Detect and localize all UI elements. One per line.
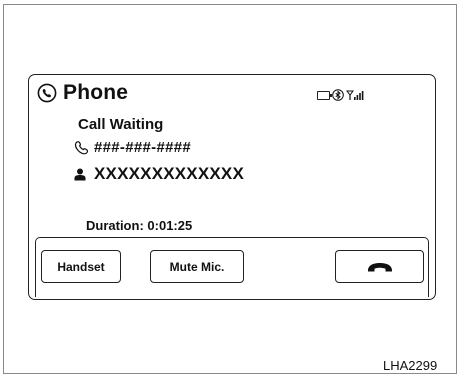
status-icons [317,89,364,101]
call-action-bar: Handset Mute Mic. [35,237,429,297]
header: Phone [37,81,128,105]
signal-icon [346,90,364,100]
caller-number: ###-###-#### [94,139,192,156]
end-call-button[interactable] [335,250,424,283]
call-status: Call Waiting [78,116,164,133]
mute-mic-button[interactable]: Mute Mic. [150,250,244,283]
page-title: Phone [63,81,129,104]
phone-icon [37,83,57,103]
battery-icon [317,90,332,100]
bluetooth-icon [332,89,344,101]
call-duration: Duration: 0:01:25 [86,218,192,233]
handset-button[interactable]: Handset [41,250,121,283]
duration-value: 0:01:25 [147,218,193,233]
handset-outline-icon [74,141,89,155]
figure-code: LHA2299 [383,358,438,373]
phone-screen: Phone Call Waiting ###-###-#### XXXXXXXX… [28,74,436,300]
duration-label: Duration: [86,218,144,233]
caller-name-row: XXXXXXXXXXXXX [74,164,244,184]
caller-name: XXXXXXXXXXXXX [94,164,245,183]
hang-up-icon [367,262,392,271]
caller-number-row: ###-###-#### [73,139,191,156]
person-icon [74,168,86,180]
